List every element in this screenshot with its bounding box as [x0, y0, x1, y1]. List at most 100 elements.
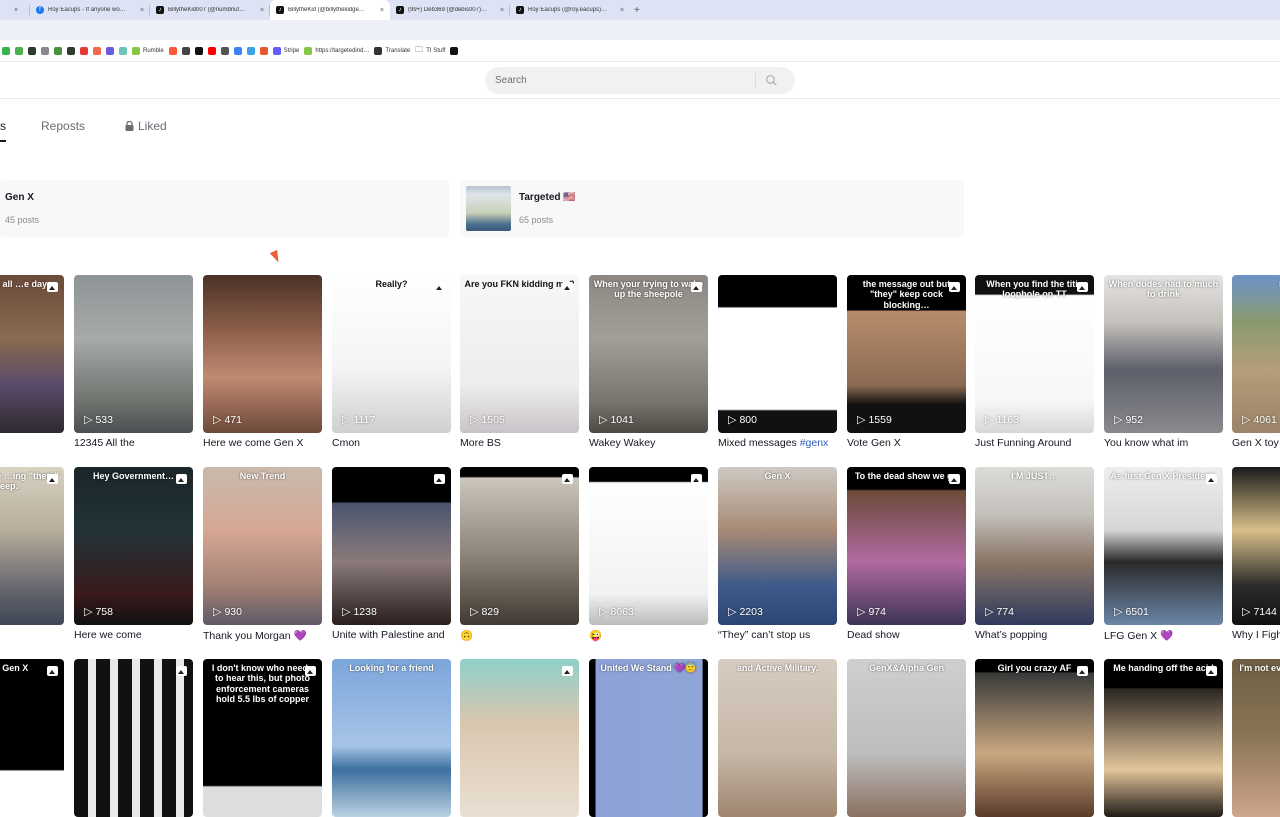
bookmark-item[interactable] [207, 46, 216, 55]
browser-tab[interactable]: f Roy Eacups - If anyone woul… × [30, 0, 150, 20]
collection-targeted[interactable]: Targeted 🇺🇸 65 posts [460, 180, 964, 237]
bookmark-item[interactable] [233, 46, 242, 55]
video-thumbnail[interactable]: Being ▷4061 [1232, 275, 1280, 433]
video-thumbnail[interactable]: Are you FKN kidding me? ▷ 1505 [460, 275, 579, 433]
bookmark-item[interactable] [15, 46, 23, 55]
video-thumbnail[interactable]: When you find the titie loophole on TT ▷ 1… [975, 275, 1094, 433]
video-card[interactable]: To the dead show we go ▷ 974 Dead show [847, 467, 966, 643]
address-bar-area[interactable] [0, 20, 1280, 40]
bookmark-item[interactable] [181, 46, 190, 55]
video-thumbnail[interactable]: When your trying to wake up the sheepole… [589, 275, 708, 433]
video-card[interactable]: Hey Government… ▷ 758 Here we come [74, 467, 193, 643]
video-thumbnail[interactable]: Hey Government… ▷ 758 [74, 467, 193, 625]
bookmark-item[interactable] [119, 46, 127, 55]
bookmark-item[interactable] [246, 46, 255, 55]
video-caption[interactable]: 😜 [589, 629, 708, 643]
video-caption[interactable]: You know what im [1104, 437, 1223, 451]
video-caption[interactable]: More BS [460, 437, 579, 451]
video-caption[interactable]: Unite with Palestine and [332, 629, 451, 643]
video-caption[interactable]: 🙃 [460, 629, 579, 643]
video-card[interactable]: Girl you crazy AF [975, 659, 1094, 817]
browser-tab[interactable]: ♪ Roy Eacups (@roy.eacups) |… × [510, 0, 630, 20]
bookmark-item[interactable] [168, 46, 177, 55]
video-card[interactable]: the message out but "they" keep cock blo… [847, 275, 966, 451]
video-thumbnail[interactable]: As first Gen X President: ▷ 6501 [1104, 467, 1223, 625]
video-caption[interactable]: eyes P2 [0, 437, 64, 451]
bookmark-item[interactable] [450, 46, 459, 55]
tab-reposts[interactable]: Reposts [41, 110, 85, 142]
video-card[interactable]: Really? ▷ 1117 Cmon [332, 275, 451, 451]
browser-tab[interactable]: ♪ BillytheKid007 (@numbnuts… × [150, 0, 270, 20]
video-card[interactable]: When your trying to wake up the sheepole… [589, 275, 708, 451]
video-caption[interactable]: Vote Gen X [847, 437, 966, 451]
video-thumbnail[interactable] [460, 659, 579, 817]
video-thumbnail[interactable] [74, 659, 193, 817]
video-thumbnail[interactable]: ▷ 800 [718, 275, 837, 433]
video-caption[interactable]: Gen X toy [1232, 437, 1280, 451]
close-tab-icon[interactable]: × [14, 7, 18, 14]
video-card[interactable]: I'm not even … this ga… [1232, 659, 1280, 817]
video-thumbnail[interactable]: Really? ▷ 1117 [332, 275, 451, 433]
video-thumbnail[interactable]: and Active Military. [718, 659, 837, 817]
video-card[interactable]: and Active Military. [718, 659, 837, 817]
tab-liked[interactable]: Liked [125, 110, 167, 142]
search-button[interactable] [756, 67, 786, 94]
bookmark-item[interactable] [93, 46, 101, 55]
bookmark-item[interactable] [220, 46, 229, 55]
video-caption[interactable]: Cmon [332, 437, 451, 451]
new-tab-button[interactable]: + [634, 5, 640, 16]
video-card[interactable]: When you find the titie loophole on TT ▷ 1… [975, 275, 1094, 451]
video-card[interactable] [460, 659, 579, 817]
video-caption[interactable]: 12345 All the [74, 437, 193, 451]
tab-videos[interactable]: s [0, 110, 6, 142]
video-thumbnail[interactable]: ▷ 8063 [589, 467, 708, 625]
video-card[interactable]: ▷ 1238 Unite with Palestine and [332, 467, 451, 643]
video-caption[interactable]: Just Funning Around [975, 437, 1094, 451]
close-tab-icon[interactable]: × [620, 7, 624, 14]
video-caption[interactable]: Here we come [74, 629, 193, 643]
bookmark-item[interactable]: https://targetedind… [304, 46, 369, 55]
video-card[interactable]: When dudes had to much to drink ▷ 952 You k… [1104, 275, 1223, 451]
video-thumbnail[interactable]: I'M JUST… ▷ 774 [975, 467, 1094, 625]
video-card[interactable]: …ve Gen X [0, 659, 64, 817]
video-thumbnail[interactable]: any ▷7144 [1232, 467, 1280, 625]
browser-tab[interactable]: × [0, 0, 30, 20]
video-card[interactable]: As first Gen X President: ▷ 6501 LFG Gen X … [1104, 467, 1223, 643]
bookmark-item[interactable] [54, 46, 62, 55]
video-caption[interactable]: Mixed messages #genx [718, 437, 837, 451]
video-card[interactable]: I'M JUST… ▷ 774 What’s popping [975, 467, 1094, 643]
browser-tab[interactable]: ♪ (99+) Deb369 (@debis007) |… × [390, 0, 510, 20]
video-card[interactable]: United We Stand 💜😇 [589, 659, 708, 817]
bookmark-item[interactable] [259, 46, 268, 55]
video-card[interactable]: …e them all …e day eyes P2 [0, 275, 64, 451]
video-card[interactable]: ▷ 800 Mixed messages #genx [718, 275, 837, 451]
video-thumbnail[interactable]: the message out but "they" keep cock blo… [847, 275, 966, 433]
video-thumbnail[interactable]: Gen X ▷ 2203 [718, 467, 837, 625]
video-card[interactable]: what we are …ing "them" …eep. [0, 467, 64, 625]
video-card[interactable] [74, 659, 193, 817]
close-tab-icon[interactable]: × [500, 7, 504, 14]
bookmark-item[interactable] [67, 46, 75, 55]
bookmark-item[interactable] [80, 46, 88, 55]
bookmark-item[interactable] [41, 46, 49, 55]
video-caption[interactable]: LFG Gen X 💜 [1104, 629, 1223, 643]
video-card[interactable]: ▷ 533 12345 All the [74, 275, 193, 451]
close-tab-icon[interactable]: × [140, 7, 144, 14]
video-card[interactable]: Looking for a friend [332, 659, 451, 817]
video-card[interactable]: Being ▷4061 Gen X toy [1232, 275, 1280, 451]
video-thumbnail[interactable]: New Trend ▷ 930 [203, 467, 322, 625]
video-card[interactable]: GenX&Alpha Gen [847, 659, 966, 817]
video-thumbnail[interactable]: I don't know who needs to hear this, but… [203, 659, 322, 817]
video-card[interactable]: Gen X ▷ 2203 “They” can’t stop us [718, 467, 837, 643]
video-thumbnail[interactable]: To the dead show we go ▷ 974 [847, 467, 966, 625]
video-thumbnail[interactable]: ▷ 829 [460, 467, 579, 625]
video-thumbnail[interactable]: United We Stand 💜😇 [589, 659, 708, 817]
video-caption[interactable]: Why I Figh [1232, 629, 1280, 643]
browser-tab[interactable]: ♪ BillytheKid (@billythekidgen… × [270, 0, 390, 20]
bookmark-item[interactable]: Stripe [272, 46, 299, 55]
hashtag-link[interactable]: #genx [800, 437, 829, 449]
bookmark-item[interactable]: Translate [374, 46, 410, 55]
video-thumbnail[interactable]: GenX&Alpha Gen [847, 659, 966, 817]
video-thumbnail[interactable]: what we are …ing "them" …eep. [0, 467, 64, 625]
video-caption[interactable]: Here we come Gen X [203, 437, 322, 451]
